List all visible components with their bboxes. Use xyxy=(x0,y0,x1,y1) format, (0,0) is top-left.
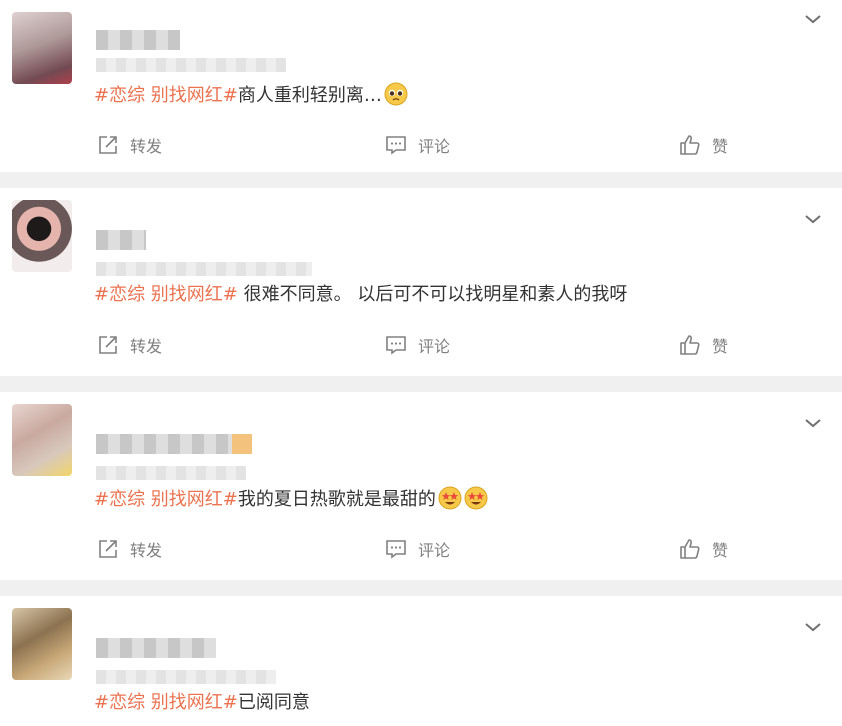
action-bar: 转发 评论 赞 xyxy=(0,534,842,564)
divider xyxy=(0,580,842,596)
avatar[interactable] xyxy=(12,404,72,476)
thumbs-up-icon xyxy=(680,135,700,155)
post-text: 已阅同意 xyxy=(237,692,310,713)
username-blurred[interactable] xyxy=(96,30,180,50)
divider xyxy=(0,376,842,392)
repost-icon xyxy=(99,336,117,354)
post-card: #恋综 别找网红#已阅同意 xyxy=(0,596,842,726)
avatar[interactable] xyxy=(12,12,72,84)
star-struck-emoji-icon xyxy=(438,486,462,510)
comment-icon xyxy=(386,540,406,559)
hashtag-link[interactable]: #恋综 别找网红# xyxy=(94,284,238,305)
thumbs-up-icon xyxy=(680,335,700,355)
action-bar: 转发 评论 赞 xyxy=(0,130,842,160)
action-bar: 转发 评论 赞 xyxy=(0,330,842,360)
post-meta-blurred xyxy=(96,262,312,276)
post-text: 很难不同意。 以后可不可以找明星和素人的我呀 xyxy=(237,284,628,305)
post-card: #恋综 别找网红#商人重利轻别离… 转发 评论 赞 xyxy=(0,0,842,172)
username-blurred[interactable] xyxy=(96,230,146,250)
hashtag-link[interactable]: #恋综 别找网红# xyxy=(94,489,238,510)
post-content: #恋综 别找网红# 很难不同意。 以后可不可以找明星和素人的我呀 xyxy=(94,282,627,308)
post-meta-blurred xyxy=(96,670,276,684)
pleading-face-emoji-icon xyxy=(384,82,408,106)
chevron-down-icon[interactable] xyxy=(804,10,822,28)
chevron-down-icon[interactable] xyxy=(804,414,822,432)
weibo-comment-feed: #恋综 别找网红#商人重利轻别离… 转发 评论 赞 #恋综 别找网红# 很难不同… xyxy=(0,0,842,726)
like-button[interactable]: 赞 xyxy=(678,130,728,160)
repost-button[interactable]: 转发 xyxy=(96,534,162,564)
post-card: #恋综 别找网红# 很难不同意。 以后可不可以找明星和素人的我呀 转发 评论 赞 xyxy=(0,188,842,376)
comment-button[interactable]: 评论 xyxy=(384,534,450,564)
post-content: #恋综 别找网红#我的夏日热歌就是最甜的 xyxy=(94,486,488,513)
comment-button[interactable]: 评论 xyxy=(384,330,450,360)
comment-button[interactable]: 评论 xyxy=(384,130,450,160)
post-meta-blurred xyxy=(96,466,246,480)
post-text: 商人重利轻别离… xyxy=(237,85,382,106)
post-card: #恋综 别找网红#我的夏日热歌就是最甜的 转发 评论 赞 xyxy=(0,392,842,580)
divider xyxy=(0,172,842,188)
repost-label: 转发 xyxy=(130,337,163,356)
comment-icon xyxy=(386,336,406,355)
repost-icon xyxy=(99,136,117,154)
comment-label: 评论 xyxy=(418,541,451,560)
chevron-down-icon[interactable] xyxy=(804,210,822,228)
repost-label: 转发 xyxy=(130,137,163,156)
username-blurred[interactable] xyxy=(96,434,252,454)
post-text: 我的夏日热歌就是最甜的 xyxy=(237,489,436,510)
hashtag-link[interactable]: #恋综 别找网红# xyxy=(94,85,238,106)
comment-icon xyxy=(386,136,406,155)
post-content: #恋综 别找网红#商人重利轻别离… xyxy=(94,82,408,109)
user-badge-blurred xyxy=(232,434,252,454)
star-struck-emoji-icon xyxy=(464,486,488,510)
avatar[interactable] xyxy=(12,608,72,680)
like-label: 赞 xyxy=(712,337,729,356)
like-label: 赞 xyxy=(712,541,729,560)
chevron-down-icon[interactable] xyxy=(804,618,822,636)
avatar[interactable] xyxy=(12,200,72,272)
repost-button[interactable]: 转发 xyxy=(96,130,162,160)
post-content: #恋综 别找网红#已阅同意 xyxy=(94,690,310,716)
like-button[interactable]: 赞 xyxy=(678,330,728,360)
hashtag-link[interactable]: #恋综 别找网红# xyxy=(94,692,238,713)
thumbs-up-icon xyxy=(680,539,700,559)
username-blurred[interactable] xyxy=(96,638,216,658)
comment-label: 评论 xyxy=(418,337,451,356)
comment-label: 评论 xyxy=(418,137,451,156)
repost-button[interactable]: 转发 xyxy=(96,330,162,360)
repost-icon xyxy=(99,540,117,558)
post-meta-blurred xyxy=(96,58,286,72)
like-label: 赞 xyxy=(712,137,729,156)
like-button[interactable]: 赞 xyxy=(678,534,728,564)
repost-label: 转发 xyxy=(130,541,163,560)
